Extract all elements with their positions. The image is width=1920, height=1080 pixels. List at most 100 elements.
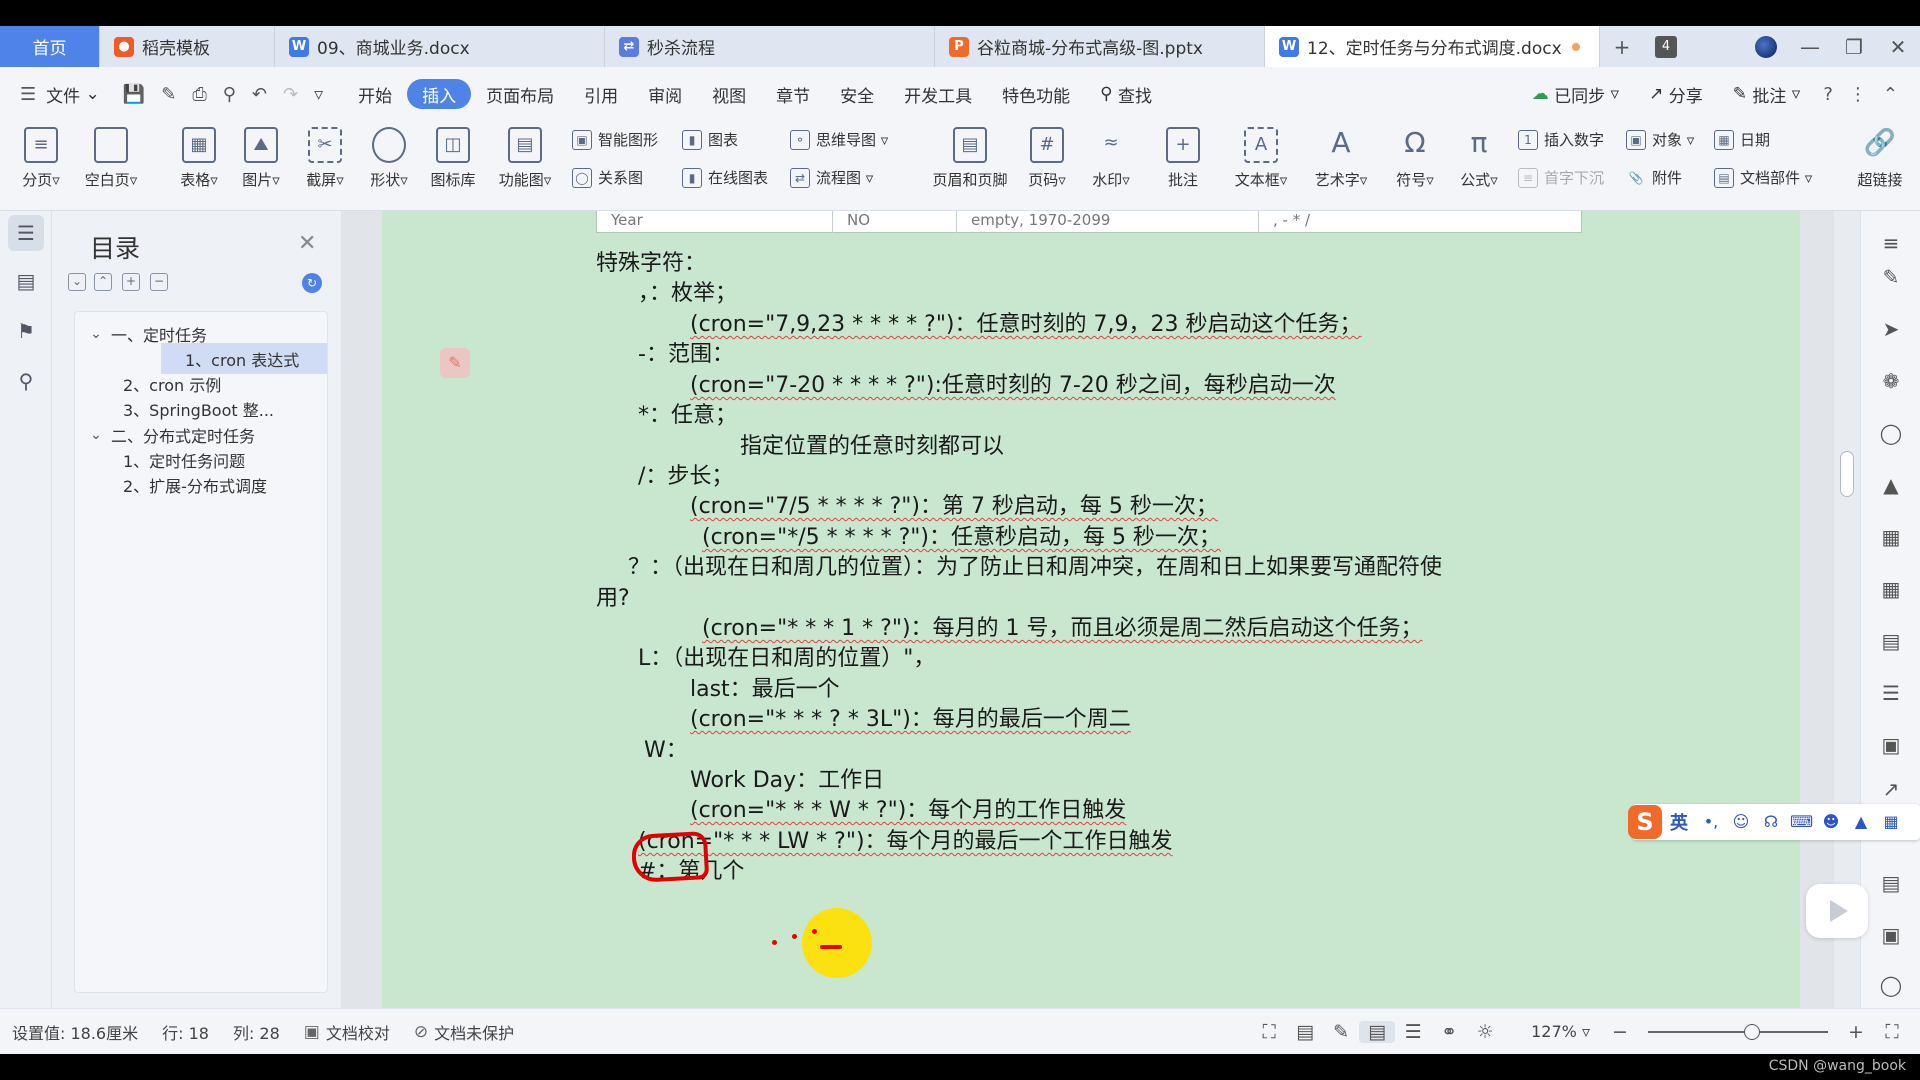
emoji-icon[interactable]: ☺: [1730, 811, 1752, 833]
doc-parts-button[interactable]: ▤ 文档部件 ▿: [1714, 167, 1812, 188]
gallery-icon[interactable]: ▣: [1879, 923, 1903, 947]
redo-icon[interactable]: ↷: [275, 84, 306, 105]
sync-button[interactable]: ☁ 已同步 ▿: [1517, 79, 1634, 109]
tab-docer[interactable]: ● 稻壳模板: [100, 26, 275, 67]
attachment-button[interactable]: 📎 附件: [1626, 167, 1683, 188]
date-button[interactable]: ▦ 日期: [1714, 129, 1770, 150]
expand-all-icon[interactable]: ⌃: [94, 273, 112, 291]
symbol-button[interactable]: Ω 符号▿: [1380, 127, 1450, 190]
more-options-icon[interactable]: ⋮: [1841, 84, 1875, 105]
print-preview-icon[interactable]: ⚲: [215, 84, 244, 105]
protect-status[interactable]: ⊘ 文档未保护: [402, 1020, 526, 1044]
comment-button[interactable]: ✎ 批注 ▿: [1718, 79, 1816, 109]
undo-icon[interactable]: ↶: [244, 84, 275, 105]
menu-view[interactable]: 视图: [697, 79, 761, 109]
web-view-icon[interactable]: ⚭: [1431, 1021, 1467, 1043]
close-icon[interactable]: ✕: [298, 231, 316, 256]
apps-icon[interactable]: ▦: [1879, 577, 1903, 601]
keyboard-icon[interactable]: ⌨: [1790, 811, 1813, 833]
zoom-dropdown[interactable]: 127% ▿: [1519, 1022, 1602, 1041]
table-button[interactable]: ▦ 表格▿: [164, 127, 234, 190]
shield-icon[interactable]: ◯: [1879, 973, 1903, 997]
function-chart-button[interactable]: ▤ 功能图▿: [490, 127, 560, 190]
archive-icon[interactable]: ▤: [1879, 871, 1903, 895]
menu-chapter[interactable]: 章节: [761, 79, 825, 109]
tab-ppt[interactable]: P 谷粒商城-分布式高级-图.pptx: [935, 26, 1265, 67]
pen-icon[interactable]: ✎: [440, 348, 470, 378]
word-art-button[interactable]: A 艺术字▿: [1306, 127, 1376, 190]
collapse-ribbon-icon[interactable]: ⌃: [1875, 84, 1906, 105]
share-button[interactable]: ↗ 分享: [1634, 79, 1718, 109]
picture-button[interactable]: ⛰ 图片▿: [226, 127, 296, 190]
document-page[interactable]: Year NO empty, 1970-2099 , - * / ✎ 特殊字符：…: [382, 211, 1800, 1008]
grid-menu-icon[interactable]: ▦: [1880, 811, 1902, 833]
toc-toggle-icon[interactable]: ☰: [8, 215, 44, 251]
collapse-icon[interactable]: ≡: [1879, 231, 1903, 255]
relation-chart-button[interactable]: ◯ 关系图: [572, 167, 643, 188]
menu-references[interactable]: 引用: [569, 79, 633, 109]
outline-view-icon[interactable]: ☰: [1395, 1021, 1431, 1043]
chart-tool-icon[interactable]: ▤: [1879, 629, 1903, 653]
menu-dev-tools[interactable]: 开发工具: [889, 79, 987, 109]
new-tab-button[interactable]: +: [1600, 26, 1644, 67]
select-cursor-icon[interactable]: ➤: [1879, 317, 1903, 341]
style-icon[interactable]: ❁: [1879, 369, 1903, 393]
restore-button[interactable]: ❐: [1832, 26, 1876, 67]
find-icon[interactable]: ⚲: [8, 363, 44, 399]
page-view-icon[interactable]: ▤: [1359, 1020, 1396, 1043]
quick-access-dropdown-icon[interactable]: ▿: [306, 84, 331, 105]
collapse-all-icon[interactable]: ⌄: [68, 273, 86, 291]
mind-map-button[interactable]: ⚬ 思维导图 ▿: [790, 129, 888, 150]
toc-item-distributed-schedule[interactable]: 2、扩展-分布式调度: [75, 469, 327, 500]
shape-button[interactable]: 形状▿: [354, 127, 424, 190]
fullscreen-icon[interactable]: ⛶: [1251, 1021, 1287, 1043]
page-number-button[interactable]: # 页码▿: [1012, 127, 1082, 190]
menu-security[interactable]: 安全: [825, 79, 889, 109]
insert-number-button[interactable]: 1 插入数字: [1518, 129, 1604, 150]
add-heading-icon[interactable]: +: [122, 273, 140, 291]
screenshot-button[interactable]: ✂ 截屏▿: [290, 127, 360, 190]
export-icon[interactable]: ↗: [1879, 777, 1903, 801]
menu-start[interactable]: 开始: [343, 79, 407, 109]
minimize-button[interactable]: —: [1788, 26, 1832, 67]
fill-icon[interactable]: ▲: [1879, 473, 1903, 497]
edit-pen-icon[interactable]: ✎: [1879, 265, 1903, 289]
tab-seckill-flow[interactable]: ⇄ 秒杀流程: [605, 26, 935, 67]
play-button[interactable]: [1806, 884, 1868, 938]
zoom-slider[interactable]: [1648, 1023, 1828, 1040]
hyperlink-button[interactable]: 🔗 超链接: [1840, 127, 1920, 190]
blank-page-button[interactable]: 空白页▿: [76, 127, 146, 190]
flowchart-button[interactable]: ⇄ 流程图 ▿: [790, 167, 873, 188]
close-window-button[interactable]: ✕: [1876, 26, 1920, 67]
zoom-out-icon[interactable]: −: [1602, 1021, 1638, 1043]
insert-comment-button[interactable]: + 批注: [1148, 127, 1218, 190]
eye-protect-icon[interactable]: ☼: [1467, 1021, 1503, 1043]
online-chart-button[interactable]: ▮ 在线图表: [682, 167, 768, 188]
table-tool-icon[interactable]: ▦: [1879, 525, 1903, 549]
zoom-in-icon[interactable]: +: [1838, 1021, 1874, 1043]
proofread-button[interactable]: ▣ 文档校对: [292, 1020, 402, 1044]
skin-icon[interactable]: ▲: [1850, 811, 1872, 833]
shape-tool-icon[interactable]: ◯: [1879, 421, 1903, 445]
toc-sync-icon[interactable]: ↻: [302, 273, 322, 293]
chart-button[interactable]: ▮ 图表: [682, 129, 738, 150]
microphone-icon[interactable]: ☊: [1760, 811, 1782, 833]
remove-heading-icon[interactable]: −: [150, 273, 168, 291]
menu-file[interactable]: 文件 ⌄: [44, 79, 115, 109]
object-button[interactable]: ▣ 对象 ▿: [1626, 129, 1694, 150]
save-icon[interactable]: 💾: [115, 84, 153, 105]
menu-insert[interactable]: 插入: [407, 79, 472, 109]
drop-cap-button[interactable]: ≡ 首字下沉: [1518, 167, 1604, 188]
write-mode-icon[interactable]: ✎: [1323, 1021, 1359, 1043]
fit-page-icon[interactable]: ⛶: [1874, 1021, 1910, 1043]
image-tool-icon[interactable]: ▣: [1879, 733, 1903, 757]
textbox-button[interactable]: A 文本框▿: [1226, 127, 1296, 190]
scroll-thumb[interactable]: [1840, 451, 1854, 497]
bookmark-icon[interactable]: ⚑: [8, 313, 44, 349]
ime-language-toggle[interactable]: 英: [1670, 809, 1688, 835]
user-icon[interactable]: ☻: [1820, 811, 1842, 833]
punctuation-icon[interactable]: •,: [1700, 811, 1722, 833]
menu-features[interactable]: 特色功能: [987, 79, 1085, 109]
help-icon[interactable]: ?: [1815, 84, 1841, 105]
thumbnail-icon[interactable]: ▤: [8, 263, 44, 299]
